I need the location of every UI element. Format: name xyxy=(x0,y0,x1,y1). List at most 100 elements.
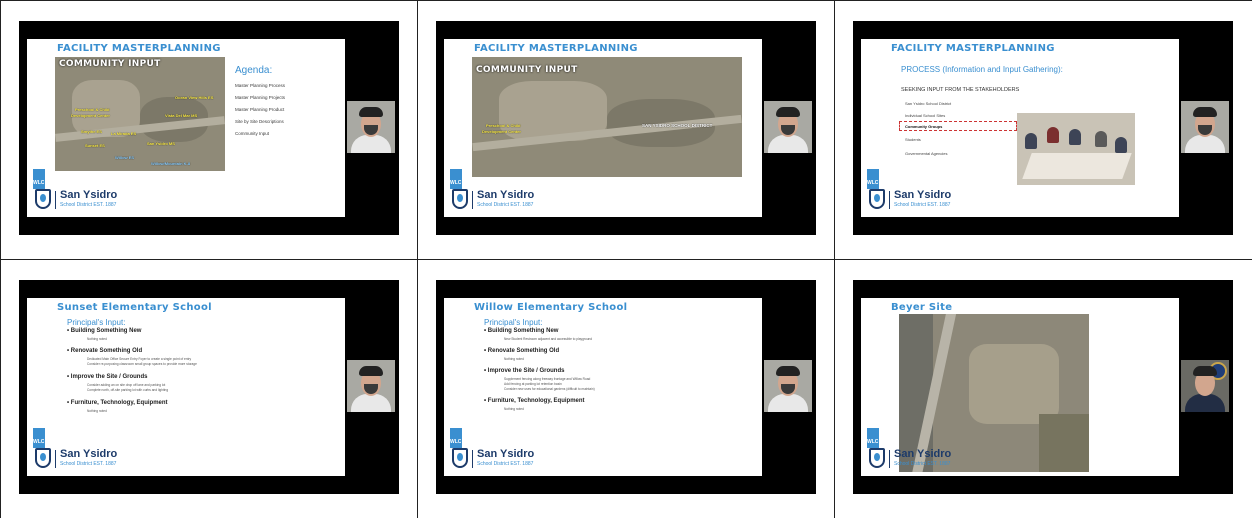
meeting-photo xyxy=(1017,113,1135,185)
video-tile-5[interactable]: Willow Elementary School Principal's Inp… xyxy=(418,260,835,518)
map-label: COMMUNITY INPUT xyxy=(59,59,161,69)
wlc-logo: WLC xyxy=(450,428,462,448)
district-name: San Ysidro xyxy=(894,189,952,201)
section-note: Consider new uses for educational garden… xyxy=(504,387,595,391)
section-note: Complete north, off-site parking lot wit… xyxy=(87,388,169,392)
map-pin: Development Center xyxy=(71,113,110,118)
agenda-item: Community Input xyxy=(235,131,270,136)
wlc-logo: WLC xyxy=(33,169,45,189)
wlc-logo: WLC xyxy=(450,169,462,189)
section-note: Nothing noted xyxy=(87,337,107,341)
shared-screen: Sunset Elementary School Principal's Inp… xyxy=(19,280,399,494)
district-subtitle: School District EST. 1887 xyxy=(894,461,951,467)
aerial-map: COMMUNITY INPUT Preschool & Child Develo… xyxy=(472,57,742,177)
video-tile-2[interactable]: FACILITY MASTERPLANNING COMMUNITY INPUT … xyxy=(418,1,835,260)
shield-icon xyxy=(869,189,885,209)
principal-input-title: Principal's Input: xyxy=(67,318,126,327)
video-tile-4[interactable]: Sunset Elementary School Principal's Inp… xyxy=(1,260,418,518)
section-label: • Renovate Something Old xyxy=(484,348,560,354)
presenter-camera xyxy=(764,360,812,412)
district-subtitle: School District EST. 1887 xyxy=(60,202,117,208)
map-label: COMMUNITY INPUT xyxy=(476,65,578,75)
section-label: • Renovate Something Old xyxy=(67,348,143,354)
map-pin: Willow ES xyxy=(115,155,135,160)
slide: FACILITY MASTERPLANNING PROCESS (Informa… xyxy=(861,39,1179,217)
district-name: San Ysidro xyxy=(477,189,535,201)
agenda-item: Site by Site Descriptions xyxy=(235,119,284,124)
section-note: Consider re-purposing classroom small gr… xyxy=(87,362,197,366)
presenter-camera xyxy=(1181,101,1229,153)
district-subtitle: School District EST. 1887 xyxy=(60,461,117,467)
agenda-title: Agenda: xyxy=(235,65,273,76)
section-note: Dedicated Main Office Secure Entry Foyer… xyxy=(87,357,192,361)
section-label: • Improve the Site / Grounds xyxy=(67,374,148,380)
bullet-item: Individual School Sites xyxy=(905,113,946,118)
shield-icon xyxy=(452,448,468,468)
presenter-camera xyxy=(347,101,395,153)
shared-screen: Willow Elementary School Principal's Inp… xyxy=(436,280,816,494)
map-pin: Smythe ES xyxy=(81,129,102,134)
slide: Beyer Site WLC San Ysidro School Distric… xyxy=(861,298,1179,476)
section-note: Supplement fencing along freeway frontag… xyxy=(504,377,591,381)
district-subtitle: School District EST. 1887 xyxy=(477,461,534,467)
video-grid: FACILITY MASTERPLANNING COMMUNITY INPUT … xyxy=(0,0,1252,518)
principal-input-title: Principal's Input: xyxy=(484,318,543,327)
section-label: • Building Something New xyxy=(67,328,142,334)
map-pin: San Ysidro MS xyxy=(147,141,175,146)
section-note: Add fencing at parking lot retention bas… xyxy=(504,382,562,386)
wlc-logo: WLC xyxy=(867,169,879,189)
section-note: Consider adding an on site drop off lane… xyxy=(87,383,166,387)
section-note: Nothing noted xyxy=(504,357,524,361)
map-pin: Ocean View Hills ES xyxy=(175,95,214,100)
district-name: San Ysidro xyxy=(60,448,118,460)
slide: FACILITY MASTERPLANNING COMMUNITY INPUT … xyxy=(444,39,762,217)
agenda-item: Master Planning Projects xyxy=(235,95,286,100)
video-tile-3[interactable]: FACILITY MASTERPLANNING PROCESS (Informa… xyxy=(835,1,1252,260)
map-pin: Vista Del Mar MS xyxy=(165,113,198,118)
bullet-item: Governmental Agencies xyxy=(905,151,948,156)
map-pin: Willow/Mountain K-8 xyxy=(151,161,191,166)
shared-screen: FACILITY MASTERPLANNING COMMUNITY INPUT … xyxy=(436,21,816,235)
video-tile-1[interactable]: FACILITY MASTERPLANNING COMMUNITY INPUT … xyxy=(1,1,418,260)
section-label: • Furniture, Technology, Equipment xyxy=(67,400,168,406)
map-pin: La Mirada ES xyxy=(111,131,137,136)
slide: Sunset Elementary School Principal's Inp… xyxy=(27,298,345,476)
agenda-item: Master Planning Process xyxy=(235,83,286,88)
section-note: New Student Restroom adjacent and access… xyxy=(504,337,593,341)
district-name: San Ysidro xyxy=(60,189,118,201)
map-pin: Preschool & Child xyxy=(75,107,110,112)
presenter-camera xyxy=(764,101,812,153)
section-label: • Improve the Site / Grounds xyxy=(484,368,565,374)
district-name: San Ysidro xyxy=(477,448,535,460)
district-map-label: SAN YSIDRO SCHOOL DISTRICT xyxy=(642,123,713,128)
shared-screen: FACILITY MASTERPLANNING PROCESS (Informa… xyxy=(853,21,1233,235)
slide: Willow Elementary School Principal's Inp… xyxy=(444,298,762,476)
bullet-item: San Ysidro School District xyxy=(905,101,952,106)
map-pin: Sunset ES xyxy=(85,143,105,148)
video-tile-6[interactable]: Beyer Site WLC San Ysidro School Distric… xyxy=(835,260,1252,518)
presenter-camera xyxy=(347,360,395,412)
district-logo: WLC San Ysidro School District EST. 1887 xyxy=(33,428,133,470)
agenda-item: Master Planning Product xyxy=(235,107,285,112)
slide-title: FACILITY MASTERPLANNING xyxy=(57,43,221,54)
district-subtitle: School District EST. 1887 xyxy=(477,202,534,208)
section-label: • Furniture, Technology, Equipment xyxy=(484,398,585,404)
slide-title: Willow Elementary School xyxy=(474,302,628,313)
section-note: Nothing noted xyxy=(87,409,107,413)
district-subtitle: School District EST. 1887 xyxy=(894,202,951,208)
slide-title: Beyer Site xyxy=(891,302,953,313)
map-pin: Development Center xyxy=(482,129,521,134)
process-subheading: SEEKING INPUT FROM THE STAKEHOLDERS xyxy=(901,87,1020,93)
presenter-camera xyxy=(1181,360,1229,412)
section-label: • Building Something New xyxy=(484,328,559,334)
map-pin: Preschool & Child xyxy=(486,123,521,128)
process-heading: PROCESS (Information and Input Gathering… xyxy=(901,65,1063,74)
district-logo: WLC San Ysidro School District EST. 1887 xyxy=(33,169,133,211)
bullet-item: Community Groups xyxy=(905,124,943,129)
slide-title: Sunset Elementary School xyxy=(57,302,212,313)
slide-title: FACILITY MASTERPLANNING xyxy=(474,43,638,54)
wlc-logo: WLC xyxy=(33,428,45,448)
slide: FACILITY MASTERPLANNING COMMUNITY INPUT … xyxy=(27,39,345,217)
district-logo: WLC San Ysidro School District EST. 1887 xyxy=(450,169,550,211)
shield-icon xyxy=(35,189,51,209)
